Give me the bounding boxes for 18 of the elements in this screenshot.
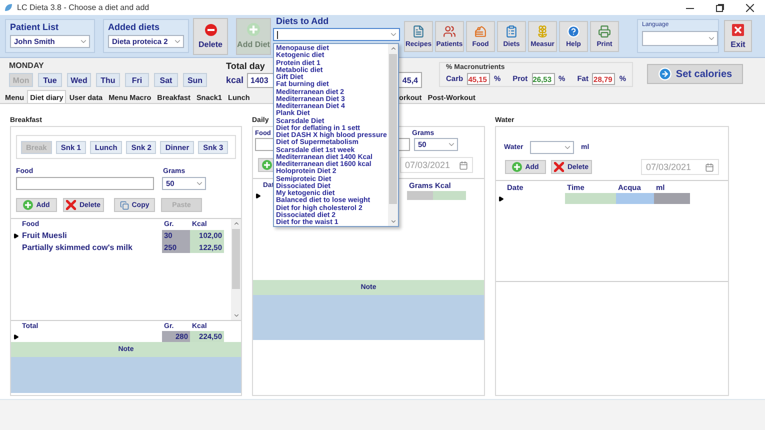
exit-button[interactable]: Exit [724, 20, 752, 52]
window-title: LC Dieta 3.8 - Choose a diet and add [17, 3, 150, 12]
group-label: Added diets [108, 22, 161, 32]
day-button[interactable]: Wed [67, 73, 91, 87]
table-cell-text: Fruit Muesli [21, 230, 68, 242]
day-button[interactable]: Fri [125, 73, 149, 87]
day-button[interactable]: Tue [38, 73, 62, 87]
day-label: MONDAY [9, 61, 44, 70]
table-cell-text: Partially skimmed cow's milk [21, 242, 134, 253]
day-button[interactable]: Sun [183, 73, 207, 87]
day-button[interactable]: Sat [154, 73, 178, 87]
set-calories-button[interactable]: Set calories [647, 64, 743, 84]
group-label: Diets to Add [275, 16, 329, 26]
delete-button[interactable]: Delete [193, 18, 228, 54]
day-button[interactable]: Thu [96, 73, 120, 87]
group-label: Patient List [10, 22, 60, 32]
unit-label: kcal [226, 75, 244, 85]
total-label: Total day [226, 60, 265, 70]
